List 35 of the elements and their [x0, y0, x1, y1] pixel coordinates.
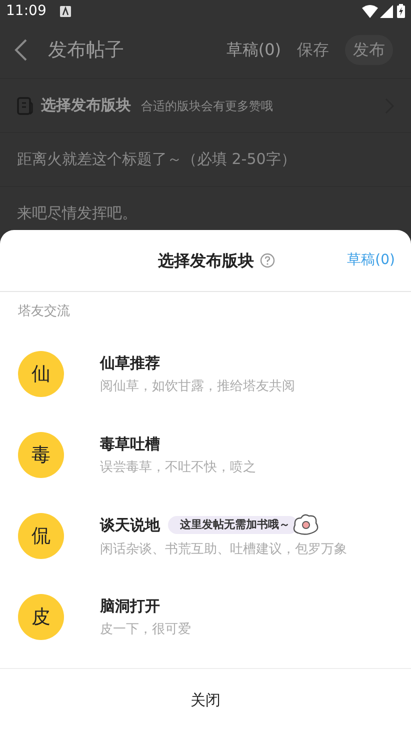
close-button[interactable]: 关闭 — [190, 689, 220, 712]
tip-bubble: 这里发帖无需加书哦～ — [168, 516, 298, 534]
board-name: 谈天说地 — [100, 514, 160, 536]
board-name: 毒草吐槽 — [100, 434, 160, 454]
board-hint: 合适的版块会有更多赞哦 — [141, 98, 273, 114]
save-button[interactable]: 保存 — [297, 38, 329, 62]
wifi-icon — [362, 4, 378, 18]
board-option[interactable]: 皮 脑洞打开 皮一下，很可爱 — [0, 576, 411, 658]
page-title: 发布帖子 — [48, 38, 124, 63]
board-description: 闲话杂谈、书荒互助、吐槽建议，包罗万象 — [100, 540, 347, 559]
board-icon — [17, 96, 33, 114]
back-icon[interactable] — [14, 39, 28, 61]
board-badge: 皮 — [18, 594, 64, 640]
board-name: 仙草推荐 — [100, 352, 160, 374]
board-label: 选择发布版块 — [41, 95, 131, 116]
board-option[interactable]: 仙 仙草推荐 阅仙草，如饮甘露，推给塔友共阅 — [0, 334, 411, 414]
drafts-button[interactable]: 草稿(0) — [226, 38, 281, 62]
body-field[interactable]: 来吧尽情发挥吧。 — [17, 202, 394, 224]
mascot-icon — [292, 512, 320, 537]
board-badge: 毒 — [18, 432, 64, 478]
board-description: 皮一下，很可爱 — [100, 621, 191, 639]
status-time: 11:09 — [6, 2, 46, 20]
board-description: 阅仙草，如饮甘露，推给塔友共阅 — [100, 378, 295, 396]
board-option[interactable]: 毒 毒草吐槽 误尝毒草，不吐不快，喷之 — [0, 414, 411, 496]
board-description: 误尝毒草，不吐不快，喷之 — [100, 459, 256, 477]
signal-icon — [380, 4, 393, 18]
title-field[interactable]: 距离火就差这个标题了～（必填 2-50字） — [17, 148, 394, 171]
board-badge: 侃 — [18, 513, 64, 559]
sheet-title: 选择发布版块 — [158, 250, 254, 272]
board-name: 脑洞打开 — [100, 596, 160, 616]
board-badge: 仙 — [18, 351, 64, 397]
group-label: 塔友交流 — [18, 303, 71, 321]
help-icon[interactable] — [260, 253, 276, 268]
battery-charging-icon — [397, 4, 405, 18]
board-option[interactable]: 侃 谈天说地 这里发帖无需加书哦～ 闲话杂谈、书荒互助、吐槽建议，包罗万象 — [0, 496, 411, 576]
